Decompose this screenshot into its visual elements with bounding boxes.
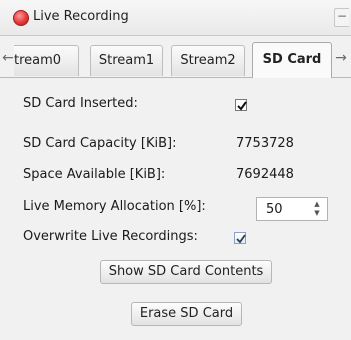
live-recording-window: Live Recording − ← tream0 Stream1 Stream…	[0, 0, 351, 340]
tab-stream2[interactable]: Stream2	[171, 45, 245, 76]
spin-down-icon[interactable]: ▼	[309, 209, 325, 218]
memory-allocation-value[interactable]: 50	[266, 202, 283, 217]
sd-capacity-label: SD Card Capacity [KiB]:	[23, 136, 177, 151]
sd-card-panel: SD Card Inserted: SD Card Capacity [KiB]…	[0, 77, 351, 340]
tab-scroll-left-icon[interactable]: ←	[1, 48, 15, 68]
memory-allocation-label: Live Memory Allocation [%]:	[23, 199, 206, 214]
sd-inserted-checkbox[interactable]	[235, 99, 247, 111]
show-sd-card-contents-button[interactable]: Show SD Card Contents	[100, 260, 272, 284]
overwrite-checkbox[interactable]	[234, 232, 246, 244]
overwrite-label: Overwrite Live Recordings:	[23, 229, 198, 244]
checkmark-icon	[236, 234, 246, 244]
record-indicator-icon	[13, 10, 29, 26]
tab-stream0[interactable]: tream0	[14, 45, 79, 76]
minimize-button[interactable]: −	[334, 8, 349, 27]
window-title: Live Recording	[33, 9, 129, 24]
tab-scroll-right-icon[interactable]: →	[334, 48, 348, 68]
tab-sd-card[interactable]: SD Card	[252, 42, 332, 78]
space-available-label: Space Available [KiB]:	[23, 167, 166, 182]
title-bar: Live Recording −	[0, 0, 351, 36]
sd-capacity-value: 7753728	[236, 136, 294, 151]
spin-up-icon[interactable]: ▲	[309, 200, 325, 209]
spin-buttons: ▲ ▼	[309, 200, 325, 218]
erase-sd-card-button[interactable]: Erase SD Card	[131, 302, 242, 326]
sd-inserted-label: SD Card Inserted:	[23, 96, 138, 111]
checkmark-icon	[237, 101, 247, 111]
memory-allocation-spinbox[interactable]: 50 ▲ ▼	[256, 197, 328, 221]
tab-stream1[interactable]: Stream1	[90, 45, 163, 76]
space-available-value: 7692448	[236, 167, 294, 182]
tab-bar: ← tream0 Stream1 Stream2 SD Card →	[0, 40, 351, 78]
